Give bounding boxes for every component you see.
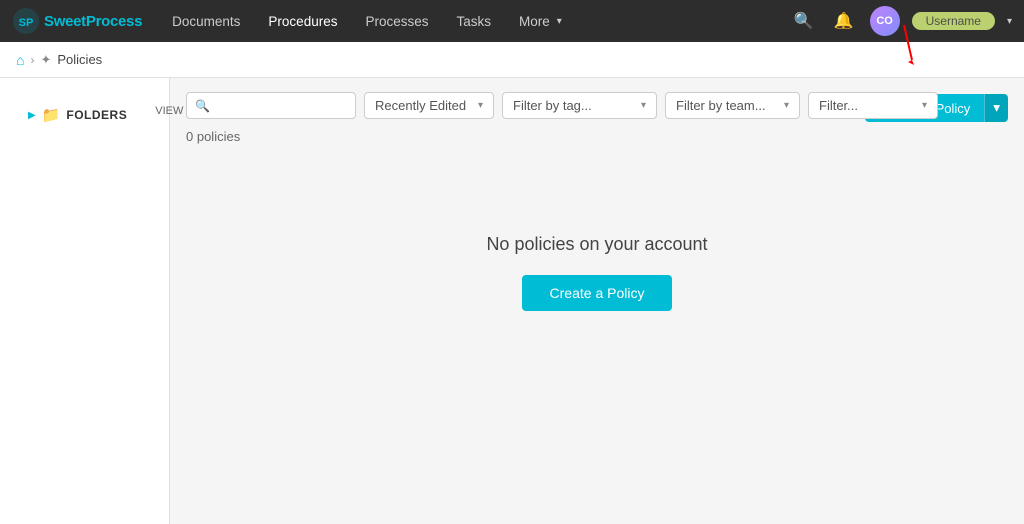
home-icon[interactable]: ⌂ — [16, 52, 24, 68]
filter-select[interactable]: Filter... ▾ — [808, 92, 938, 119]
breadcrumb: ⌂ › ✦ Policies — [0, 42, 1024, 78]
avatar[interactable]: CO — [870, 6, 900, 36]
sidebar: ▶ 📁 FOLDERS VIEW — [0, 78, 170, 524]
policies-count: 0 policies — [186, 129, 1008, 144]
folders-label: FOLDERS — [66, 108, 127, 122]
brand-name: SweetProcess — [44, 13, 142, 30]
main-container: ▶ 📁 FOLDERS VIEW 🔍 Recently Edited ▾ Fil… — [0, 78, 1024, 524]
recently-edited-arrow-icon: ▾ — [478, 100, 483, 111]
filter-by-tag-select[interactable]: Filter by tag... ▾ — [502, 92, 657, 119]
nav-procedures[interactable]: Procedures — [254, 0, 351, 42]
user-menu-chevron-icon[interactable]: ▾ — [1007, 16, 1012, 27]
content-area: 🔍 Recently Edited ▾ Filter by tag... ▾ F… — [170, 78, 1024, 524]
navbar: SP SweetProcess Documents Procedures Pro… — [0, 0, 1024, 42]
search-button[interactable]: 🔍 — [790, 7, 818, 35]
brand-logo-area[interactable]: SP SweetProcess — [12, 7, 142, 35]
search-icon: 🔍 — [195, 99, 210, 113]
folder-icon: 📁 — [42, 106, 61, 124]
filter-bar: 🔍 Recently Edited ▾ Filter by tag... ▾ F… — [186, 92, 1008, 119]
nav-items: Documents Procedures Processes Tasks Mor… — [158, 0, 790, 42]
nav-more[interactable]: More ▾ — [505, 0, 576, 42]
filter-arrow-icon: ▾ — [922, 100, 927, 111]
empty-state-title: No policies on your account — [486, 234, 707, 255]
notifications-button[interactable]: 🔔 — [830, 7, 858, 35]
svg-text:SP: SP — [19, 17, 34, 29]
breadcrumb-separator: › — [30, 53, 34, 67]
search-input[interactable] — [216, 98, 347, 113]
nav-processes[interactable]: Processes — [351, 0, 442, 42]
create-policy-center-button[interactable]: Create a Policy — [522, 275, 673, 311]
filter-by-team-arrow-icon: ▾ — [784, 100, 789, 111]
search-box[interactable]: 🔍 — [186, 92, 356, 119]
breadcrumb-current-page: Policies — [57, 52, 102, 67]
filter-by-tag-arrow-icon: ▾ — [641, 100, 646, 111]
recently-edited-filter[interactable]: Recently Edited ▾ — [364, 92, 494, 119]
policies-breadcrumb-icon: ✦ — [40, 52, 51, 68]
sweetprocess-logo-icon: SP — [12, 7, 40, 35]
nav-tasks[interactable]: Tasks — [443, 0, 506, 42]
nav-documents[interactable]: Documents — [158, 0, 254, 42]
sidebar-header: ▶ 📁 FOLDERS VIEW — [0, 90, 169, 140]
folders-toggle[interactable]: ▶ 📁 FOLDERS — [14, 98, 141, 132]
filter-by-team-select[interactable]: Filter by team... ▾ — [665, 92, 800, 119]
folders-arrow-icon: ▶ — [28, 110, 36, 121]
empty-state: No policies on your account Create a Pol… — [186, 174, 1008, 371]
user-name-display[interactable]: Username — [912, 12, 995, 30]
nav-right-area: 🔍 🔔 CO Username ▾ — [790, 6, 1012, 36]
